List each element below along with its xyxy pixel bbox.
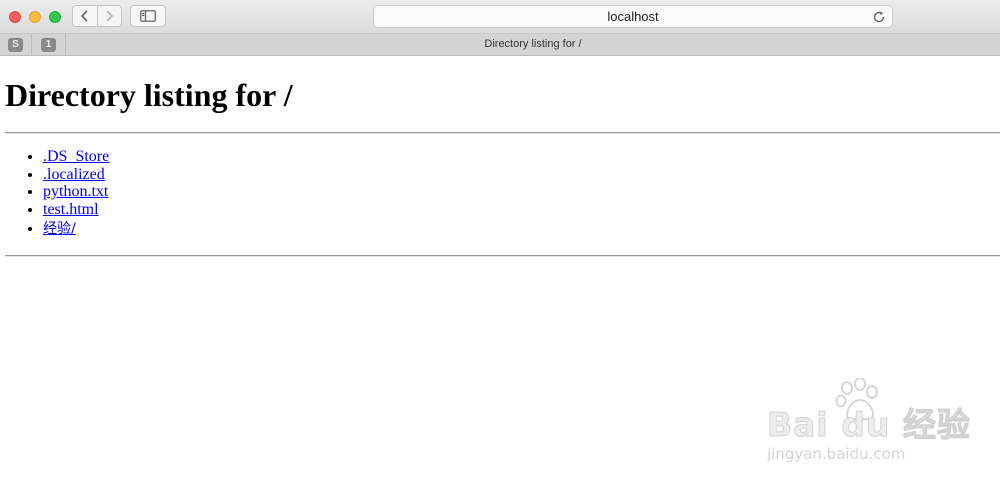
pinned-tab-badge: S bbox=[8, 37, 23, 52]
tab-bar: S 1 Directory listing for / bbox=[0, 34, 1000, 56]
list-item: .DS_Store bbox=[43, 148, 109, 166]
pinned-tab-s[interactable]: S bbox=[0, 34, 32, 55]
list-item: python.txt bbox=[43, 183, 109, 201]
forward-button[interactable] bbox=[96, 6, 122, 26]
list-item: 经验/ bbox=[43, 219, 109, 239]
file-link-ds-store[interactable]: .DS_Store bbox=[43, 148, 109, 165]
pinned-tab-1[interactable]: 1 bbox=[32, 34, 66, 55]
sidebar-icon bbox=[140, 10, 156, 22]
file-link-python-txt[interactable]: python.txt bbox=[43, 183, 108, 200]
list-item: test.html bbox=[43, 201, 109, 219]
zoom-window-button[interactable] bbox=[49, 11, 61, 23]
close-window-button[interactable] bbox=[9, 11, 21, 23]
folder-link-jingyan[interactable]: 经验/ bbox=[43, 221, 76, 237]
minimize-window-button[interactable] bbox=[29, 11, 41, 23]
forward-icon bbox=[106, 10, 114, 22]
back-button[interactable] bbox=[73, 6, 97, 26]
file-link-test-html[interactable]: test.html bbox=[43, 201, 99, 218]
divider bbox=[5, 255, 1000, 257]
watermark-url: jingyan.baidu.com bbox=[767, 445, 906, 463]
address-text: localhost bbox=[607, 9, 659, 24]
watermark-brand: Bai du 经验 bbox=[767, 405, 971, 445]
file-link-localized[interactable]: .localized bbox=[43, 166, 105, 183]
show-sidebar-button[interactable] bbox=[130, 5, 166, 27]
pinned-tab-badge: 1 bbox=[41, 37, 56, 52]
divider bbox=[5, 132, 1000, 134]
list-item: .localized bbox=[43, 166, 109, 184]
navigation-buttons bbox=[72, 5, 122, 27]
browser-toolbar: localhost bbox=[0, 0, 1000, 34]
paw-icon bbox=[835, 378, 878, 421]
reload-icon[interactable] bbox=[872, 10, 886, 24]
back-icon bbox=[80, 10, 88, 22]
directory-list: .DS_Store .localized python.txt test.htm… bbox=[0, 148, 109, 239]
baidu-watermark: Bai du 经验 jingyan.baidu.com bbox=[765, 378, 995, 473]
address-bar[interactable]: localhost bbox=[373, 5, 893, 28]
active-tab-title[interactable]: Directory listing for / bbox=[66, 38, 1000, 50]
page-title: Directory listing for / bbox=[5, 77, 293, 113]
